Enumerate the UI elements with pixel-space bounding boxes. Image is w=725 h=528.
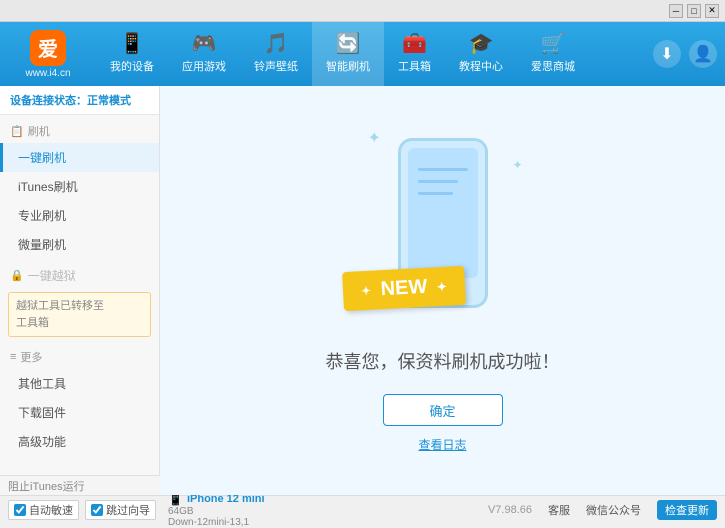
skip-wizard-label: 跳过向导 xyxy=(106,502,150,518)
store-label: 爱思商城 xyxy=(531,58,575,74)
itunes-bar: 阻止iTunes运行 xyxy=(0,475,160,495)
logo[interactable]: 爱 www.i4.cn xyxy=(8,30,88,79)
nav-store[interactable]: 🛒 爱思商城 xyxy=(517,22,589,86)
sparkle-2: ✦ xyxy=(512,158,522,172)
sidebar-item-micro-flash[interactable]: 微量刷机 xyxy=(0,230,159,259)
more-section-icon: ≡ xyxy=(10,351,16,363)
sidebar-item-download-firmware[interactable]: 下载固件 xyxy=(0,398,159,427)
jailbreak-info-text: 越狱工具已转移至工具箱 xyxy=(16,300,104,329)
nav-items: 📱 我的设备 🎮 应用游戏 🎵 铃声壁纸 🔄 智能刷机 🧰 工具箱 🎓 教程中心… xyxy=(96,22,653,86)
jailbreak-label: 一键越狱 xyxy=(28,267,76,284)
skip-wizard-input[interactable] xyxy=(91,504,103,516)
my-device-label: 我的设备 xyxy=(110,58,154,74)
auto-flash-input[interactable] xyxy=(14,504,26,516)
smart-flash-icon: 🔄 xyxy=(336,34,361,54)
device-version: Down-12mini-13,1 xyxy=(168,517,265,528)
screen-line-2 xyxy=(418,180,458,183)
header: 爱 www.i4.cn 📱 我的设备 🎮 应用游戏 🎵 铃声壁纸 🔄 智能刷机 … xyxy=(0,22,725,86)
nav-ringtones[interactable]: 🎵 铃声壁纸 xyxy=(240,22,312,86)
update-button[interactable]: 检查更新 xyxy=(657,500,717,520)
auto-flash-checkbox[interactable]: 自动敏速 xyxy=(8,500,79,520)
status-label: 设备连接状态： xyxy=(10,95,87,107)
nav-smart-flash[interactable]: 🔄 智能刷机 xyxy=(312,22,384,86)
screen-line-1 xyxy=(418,168,468,171)
auto-flash-label: 自动敏速 xyxy=(29,502,73,518)
user-button[interactable]: 👤 xyxy=(689,40,717,68)
ringtones-icon: 🎵 xyxy=(264,34,289,54)
logo-icon: 爱 xyxy=(30,30,66,66)
sidebar-item-pro-flash[interactable]: 专业刷机 xyxy=(0,201,159,230)
sidebar-item-advanced[interactable]: 高级功能 xyxy=(0,427,159,456)
sidebar: 设备连接状态：正常模式 📋 刷机 一键刷机 iTunes刷机 专业刷机 微量刷机… xyxy=(0,86,160,495)
device-storage: 64GB xyxy=(168,506,265,517)
skip-wizard-checkbox[interactable]: 跳过向导 xyxy=(85,500,156,520)
section-more-title: ≡ 更多 xyxy=(0,341,159,369)
maximize-button[interactable]: □ xyxy=(687,4,701,18)
section-jailbreak-title: 🔒 一键越狱 xyxy=(0,259,159,288)
ringtones-label: 铃声壁纸 xyxy=(254,58,298,74)
flash-section-label: 刷机 xyxy=(28,123,50,139)
store-icon: 🛒 xyxy=(541,34,566,54)
smart-flash-label: 智能刷机 xyxy=(326,58,370,74)
nav-toolbox[interactable]: 🧰 工具箱 xyxy=(384,22,445,86)
device-info: 📱 iPhone 12 mini 64GB Down-12mini-13,1 xyxy=(168,492,265,528)
minimize-button[interactable]: ─ xyxy=(669,4,683,18)
bottom-bar: 自动敏速 跳过向导 📱 iPhone 12 mini 64GB Down-12m… xyxy=(0,495,725,523)
new-badge: NEW xyxy=(342,266,466,311)
screen-line-3 xyxy=(418,192,453,195)
status-bar: 设备连接状态：正常模式 xyxy=(0,86,159,115)
tutorial-label: 教程中心 xyxy=(459,58,503,74)
logo-text: www.i4.cn xyxy=(25,68,70,79)
lock-icon: 🔒 xyxy=(10,269,24,282)
my-device-icon: 📱 xyxy=(120,34,145,54)
content-area: ✦ ✦ ✦ NEW 恭喜您，保资料刷机成功啦！ 确定 查看日志 xyxy=(160,86,725,495)
nav-right: ⬇ 👤 xyxy=(653,40,717,68)
version-label: V7.98.66 xyxy=(488,504,532,516)
apps-games-icon: 🎮 xyxy=(192,34,217,54)
sparkle-1: ✦ xyxy=(368,128,381,148)
nav-apps-games[interactable]: 🎮 应用游戏 xyxy=(168,22,240,86)
success-message: 恭喜您，保资料刷机成功啦！ xyxy=(326,348,560,374)
phone-screen xyxy=(408,148,478,278)
sidebar-item-itunes-flash[interactable]: iTunes刷机 xyxy=(0,172,159,201)
nav-tutorial[interactable]: 🎓 教程中心 xyxy=(445,22,517,86)
toolbox-icon: 🧰 xyxy=(402,34,427,54)
status-value: 正常模式 xyxy=(87,95,131,107)
jailbreak-info-box: 越狱工具已转移至工具箱 xyxy=(8,292,151,337)
sidebar-item-other-tools[interactable]: 其他工具 xyxy=(0,369,159,398)
toolbox-label: 工具箱 xyxy=(398,58,431,74)
flash-section-icon: 📋 xyxy=(10,125,24,138)
window-controls[interactable]: ─ □ ✕ xyxy=(669,4,719,18)
sidebar-item-one-key-flash[interactable]: 一键刷机 xyxy=(0,143,159,172)
more-section-label: 更多 xyxy=(20,349,42,365)
wechat-link[interactable]: 微信公众号 xyxy=(586,502,641,518)
confirm-button[interactable]: 确定 xyxy=(383,394,503,426)
download-button[interactable]: ⬇ xyxy=(653,40,681,68)
phone-illustration: ✦ ✦ ✦ NEW xyxy=(353,128,533,328)
bottom-left: 自动敏速 跳过向导 📱 iPhone 12 mini 64GB Down-12m… xyxy=(8,492,265,528)
bottom-right: V7.98.66 客服 微信公众号 检查更新 xyxy=(488,500,717,520)
log-link[interactable]: 查看日志 xyxy=(418,436,466,453)
section-flash-title: 📋 刷机 xyxy=(0,115,159,143)
main-content: 设备连接状态：正常模式 📋 刷机 一键刷机 iTunes刷机 专业刷机 微量刷机… xyxy=(0,86,725,495)
title-bar: ─ □ ✕ xyxy=(0,0,725,22)
itunes-label: 阻止iTunes运行 xyxy=(8,478,85,494)
apps-games-label: 应用游戏 xyxy=(182,58,226,74)
support-link[interactable]: 客服 xyxy=(548,502,570,518)
nav-my-device[interactable]: 📱 我的设备 xyxy=(96,22,168,86)
close-button[interactable]: ✕ xyxy=(705,4,719,18)
tutorial-icon: 🎓 xyxy=(469,34,494,54)
